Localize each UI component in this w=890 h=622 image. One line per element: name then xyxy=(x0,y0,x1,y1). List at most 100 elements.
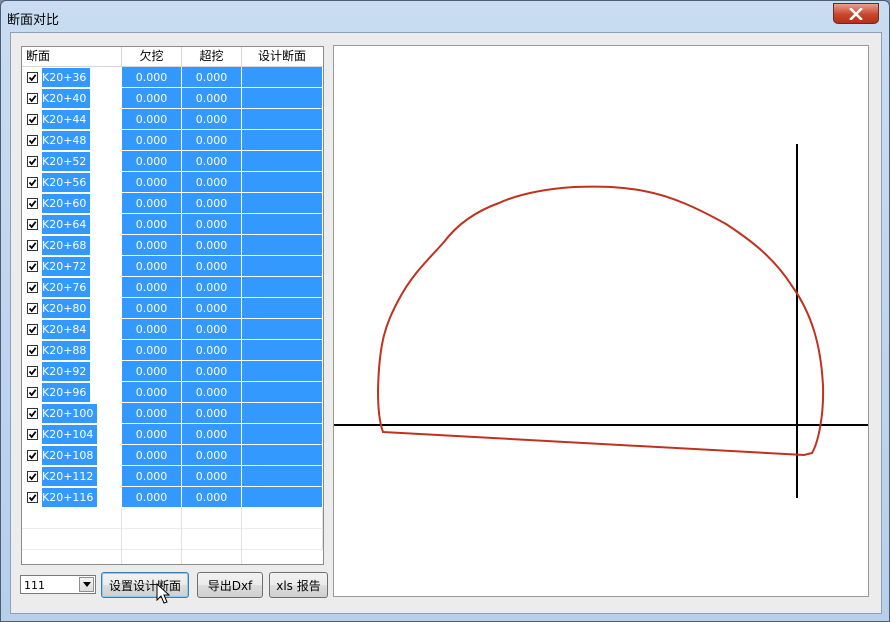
row-checkbox[interactable] xyxy=(27,219,38,230)
table-row[interactable]: K20+100 0.000 0.000 xyxy=(22,403,323,424)
under-excavation-cell[interactable]: 0.000 xyxy=(122,319,182,340)
under-excavation-cell[interactable]: 0.000 xyxy=(122,445,182,466)
table-row[interactable]: K20+44 0.000 0.000 xyxy=(22,109,323,130)
section-cell[interactable]: K20+112 xyxy=(22,466,122,487)
section-cell[interactable]: K20+56 xyxy=(22,172,122,193)
table-row[interactable]: K20+112 0.000 0.000 xyxy=(22,466,323,487)
table-row[interactable]: K20+52 0.000 0.000 xyxy=(22,151,323,172)
section-cell[interactable]: K20+96 xyxy=(22,382,122,403)
section-cell[interactable]: K20+108 xyxy=(22,445,122,466)
section-combo[interactable]: 111 xyxy=(20,575,96,594)
over-excavation-cell[interactable]: 0.000 xyxy=(182,88,242,109)
over-excavation-cell[interactable]: 0.000 xyxy=(182,319,242,340)
row-checkbox[interactable] xyxy=(27,240,38,251)
over-excavation-cell[interactable]: 0.000 xyxy=(182,67,242,88)
over-excavation-cell[interactable]: 0.000 xyxy=(182,172,242,193)
section-table[interactable]: 断面 欠挖 超挖 设计断面 K20+36 0.000 0.000 K20+40 0.00… xyxy=(21,46,324,565)
row-checkbox[interactable] xyxy=(27,135,38,146)
under-excavation-cell[interactable]: 0.000 xyxy=(122,151,182,172)
design-section-cell[interactable] xyxy=(242,235,323,256)
row-checkbox[interactable] xyxy=(27,324,38,335)
column-header-design[interactable]: 设计断面 xyxy=(242,47,322,66)
row-checkbox[interactable] xyxy=(27,282,38,293)
under-excavation-cell[interactable]: 0.000 xyxy=(122,466,182,487)
over-excavation-cell[interactable]: 0.000 xyxy=(182,298,242,319)
table-row[interactable]: K20+56 0.000 0.000 xyxy=(22,172,323,193)
row-checkbox[interactable] xyxy=(27,471,38,482)
design-section-cell[interactable] xyxy=(242,424,323,445)
table-row[interactable]: K20+96 0.000 0.000 xyxy=(22,382,323,403)
xls-report-button[interactable]: xls 报告 xyxy=(269,572,328,598)
design-section-cell[interactable] xyxy=(242,88,323,109)
design-section-cell[interactable] xyxy=(242,445,323,466)
row-checkbox[interactable] xyxy=(27,156,38,167)
row-checkbox[interactable] xyxy=(27,114,38,125)
over-excavation-cell[interactable]: 0.000 xyxy=(182,256,242,277)
row-checkbox[interactable] xyxy=(27,450,38,461)
under-excavation-cell[interactable]: 0.000 xyxy=(122,256,182,277)
over-excavation-cell[interactable]: 0.000 xyxy=(182,382,242,403)
under-excavation-cell[interactable]: 0.000 xyxy=(122,340,182,361)
under-excavation-cell[interactable]: 0.000 xyxy=(122,382,182,403)
section-cell[interactable]: K20+76 xyxy=(22,277,122,298)
set-design-section-button[interactable]: 设置设计断面 xyxy=(101,572,189,598)
design-section-cell[interactable] xyxy=(242,298,323,319)
over-excavation-cell[interactable]: 0.000 xyxy=(182,151,242,172)
over-excavation-cell[interactable]: 0.000 xyxy=(182,403,242,424)
row-checkbox[interactable] xyxy=(27,366,38,377)
section-cell[interactable]: K20+116 xyxy=(22,487,122,508)
design-section-cell[interactable] xyxy=(242,67,323,88)
section-cell[interactable]: K20+100 xyxy=(22,403,122,424)
section-cell[interactable]: K20+60 xyxy=(22,193,122,214)
table-row[interactable]: K20+64 0.000 0.000 xyxy=(22,214,323,235)
under-excavation-cell[interactable]: 0.000 xyxy=(122,361,182,382)
table-row[interactable]: K20+40 0.000 0.000 xyxy=(22,88,323,109)
row-checkbox[interactable] xyxy=(27,387,38,398)
row-checkbox[interactable] xyxy=(27,198,38,209)
design-section-cell[interactable] xyxy=(242,130,323,151)
section-cell[interactable]: K20+36 xyxy=(22,67,122,88)
table-row[interactable]: K20+76 0.000 0.000 xyxy=(22,277,323,298)
over-excavation-cell[interactable]: 0.000 xyxy=(182,277,242,298)
row-checkbox[interactable] xyxy=(27,429,38,440)
design-section-cell[interactable] xyxy=(242,319,323,340)
section-cell[interactable]: K20+104 xyxy=(22,424,122,445)
design-section-cell[interactable] xyxy=(242,487,323,508)
design-section-cell[interactable] xyxy=(242,109,323,130)
under-excavation-cell[interactable]: 0.000 xyxy=(122,235,182,256)
design-section-cell[interactable] xyxy=(242,256,323,277)
section-cell[interactable]: K20+48 xyxy=(22,130,122,151)
row-checkbox[interactable] xyxy=(27,72,38,83)
combo-dropdown-button[interactable] xyxy=(79,577,94,592)
table-row[interactable]: K20+80 0.000 0.000 xyxy=(22,298,323,319)
over-excavation-cell[interactable]: 0.000 xyxy=(182,130,242,151)
design-section-cell[interactable] xyxy=(242,172,323,193)
under-excavation-cell[interactable]: 0.000 xyxy=(122,487,182,508)
under-excavation-cell[interactable]: 0.000 xyxy=(122,424,182,445)
table-row[interactable]: K20+72 0.000 0.000 xyxy=(22,256,323,277)
over-excavation-cell[interactable]: 0.000 xyxy=(182,214,242,235)
row-checkbox[interactable] xyxy=(27,261,38,272)
section-cell[interactable]: K20+92 xyxy=(22,361,122,382)
design-section-cell[interactable] xyxy=(242,277,323,298)
over-excavation-cell[interactable]: 0.000 xyxy=(182,340,242,361)
under-excavation-cell[interactable]: 0.000 xyxy=(122,109,182,130)
section-cell[interactable]: K20+44 xyxy=(22,109,122,130)
over-excavation-cell[interactable]: 0.000 xyxy=(182,424,242,445)
column-header-under[interactable]: 欠挖 xyxy=(122,47,182,66)
column-header-section[interactable]: 断面 xyxy=(22,47,122,66)
design-section-cell[interactable] xyxy=(242,403,323,424)
over-excavation-cell[interactable]: 0.000 xyxy=(182,487,242,508)
close-button[interactable] xyxy=(833,3,879,24)
table-row[interactable]: K20+48 0.000 0.000 xyxy=(22,130,323,151)
under-excavation-cell[interactable]: 0.000 xyxy=(122,403,182,424)
table-row[interactable]: K20+84 0.000 0.000 xyxy=(22,319,323,340)
table-row[interactable]: K20+36 0.000 0.000 xyxy=(22,67,323,88)
section-cell[interactable]: K20+64 xyxy=(22,214,122,235)
under-excavation-cell[interactable]: 0.000 xyxy=(122,88,182,109)
section-cell[interactable]: K20+40 xyxy=(22,88,122,109)
row-checkbox[interactable] xyxy=(27,408,38,419)
section-drawing-canvas[interactable] xyxy=(333,45,869,597)
table-row[interactable]: K20+108 0.000 0.000 xyxy=(22,445,323,466)
under-excavation-cell[interactable]: 0.000 xyxy=(122,277,182,298)
